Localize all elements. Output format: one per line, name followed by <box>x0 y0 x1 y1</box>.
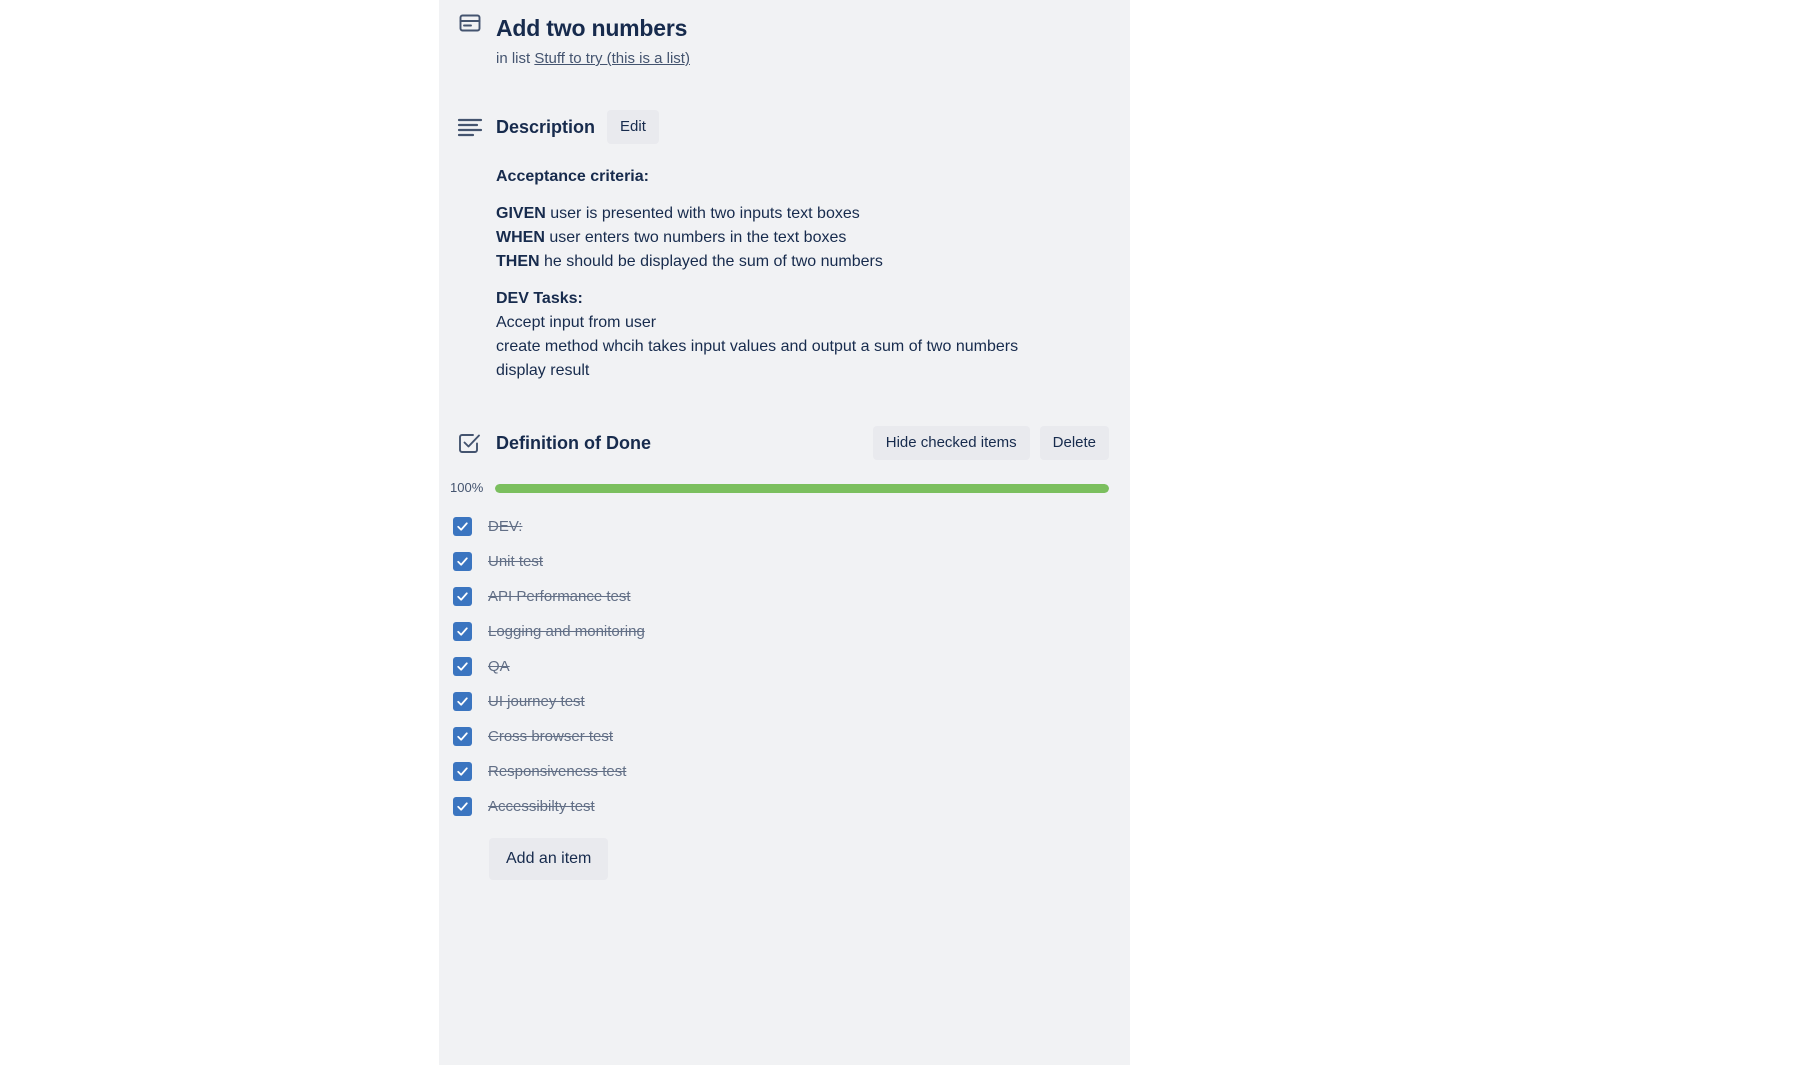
checklist-item-label[interactable]: Accessibilty test <box>488 797 595 817</box>
checklist-item-checkbox[interactable] <box>453 552 472 571</box>
then-text: he should be displayed the sum of two nu… <box>539 253 883 270</box>
checklist-item-checkbox[interactable] <box>453 692 472 711</box>
dev-task-line-1: Accept input from user <box>496 314 657 331</box>
checklist-item-label[interactable]: Unit test <box>488 552 543 572</box>
description-section: Description Edit Acceptance criteria: GI… <box>439 110 1110 383</box>
checklist-checkbox-icon <box>457 431 481 455</box>
when-text: user enters two numbers in the text boxe… <box>544 229 847 246</box>
acceptance-criteria-heading-text: Acceptance criteria: <box>496 168 649 185</box>
checklist-actions: Hide checked items Delete <box>872 426 1109 460</box>
delete-checklist-button[interactable]: Delete <box>1039 426 1109 460</box>
checklist-item-checkbox[interactable] <box>453 797 472 816</box>
checklist-item-label[interactable]: Cross browser test <box>488 727 613 747</box>
checklist-item-label[interactable]: QA <box>488 657 510 677</box>
page-title: Add two numbers <box>496 15 688 41</box>
checklist-item-checkbox[interactable] <box>453 517 472 536</box>
card-header: Add two numbers in list Stuff to try (th… <box>439 0 1110 69</box>
checklist-item[interactable]: QA <box>439 649 1110 684</box>
checklist-item-checkbox[interactable] <box>453 762 472 781</box>
list-name-link[interactable]: Stuff to try (this is a list) <box>534 50 690 67</box>
gherkin-block: GIVEN user is presented with two inputs … <box>496 202 1110 274</box>
progress-fill <box>495 483 1109 493</box>
hide-checked-items-button[interactable]: Hide checked items <box>872 426 1030 460</box>
checklist-item-checkbox[interactable] <box>453 657 472 676</box>
add-item-row: Add an item <box>489 838 1110 880</box>
dev-task-line-2: create method whcih takes input values a… <box>496 338 1019 355</box>
given-keyword: GIVEN <box>496 205 546 222</box>
then-keyword: THEN <box>496 253 540 270</box>
card-detail-panel: Add two numbers in list Stuff to try (th… <box>439 0 1130 1065</box>
acceptance-criteria-heading: Acceptance criteria: <box>496 165 1110 189</box>
card-breadcrumb: in list Stuff to try (this is a list) <box>496 49 1110 69</box>
description-lines-icon <box>456 115 484 139</box>
description-title: Description <box>496 117 596 137</box>
dev-tasks-block: DEV Tasks: Accept input from user create… <box>496 287 1110 383</box>
checklist-item[interactable]: DEV: <box>439 509 1110 544</box>
dev-task-line-3: display result <box>496 362 590 379</box>
checklist-item-checkbox[interactable] <box>453 587 472 606</box>
add-an-item-button[interactable]: Add an item <box>489 838 609 880</box>
checklist-section: Definition of Done Hide checked items De… <box>439 425 1110 880</box>
checklist-item-label[interactable]: DEV: <box>488 517 522 537</box>
checklist-item[interactable]: Unit test <box>439 544 1110 579</box>
description-header: Description Edit <box>496 110 1110 144</box>
when-keyword: WHEN <box>496 229 545 246</box>
checklist-item[interactable]: Responsiveness test <box>439 754 1110 789</box>
checklist-item[interactable]: Accessibilty test <box>439 789 1110 824</box>
progress-percent-label: 100% <box>450 480 484 495</box>
checklist-items: DEV: Unit test API Performance test Logging… <box>439 509 1110 824</box>
in-list-prefix: in list <box>496 50 531 67</box>
progress-track <box>495 483 1109 493</box>
checklist-item[interactable]: UI journey test <box>439 684 1110 719</box>
checklist-item-label[interactable]: UI journey test <box>488 692 585 712</box>
description-body: Acceptance criteria: GIVEN user is prese… <box>496 165 1110 383</box>
checklist-item[interactable]: Cross browser test <box>439 719 1110 754</box>
checklist-item[interactable]: API Performance test <box>439 579 1110 614</box>
dev-tasks-heading-text: DEV Tasks: <box>496 290 583 307</box>
checklist-item[interactable]: Logging and monitoring <box>439 614 1110 649</box>
checklist-item-label[interactable]: Logging and monitoring <box>488 622 645 642</box>
checklist-title: Definition of Done <box>496 433 651 453</box>
checklist-item-label[interactable]: Responsiveness test <box>488 762 626 782</box>
card-window-icon <box>458 11 482 35</box>
checklist-item-label[interactable]: API Performance test <box>488 587 631 607</box>
checklist-progress: 100% <box>450 480 1110 496</box>
page-root: Add two numbers in list Stuff to try (th… <box>0 0 1800 1065</box>
edit-description-button[interactable]: Edit <box>607 110 659 144</box>
checklist-item-checkbox[interactable] <box>453 622 472 641</box>
given-text: user is presented with two inputs text b… <box>545 205 860 222</box>
checklist-header: Definition of Done Hide checked items De… <box>496 425 1110 461</box>
checklist-item-checkbox[interactable] <box>453 727 472 746</box>
